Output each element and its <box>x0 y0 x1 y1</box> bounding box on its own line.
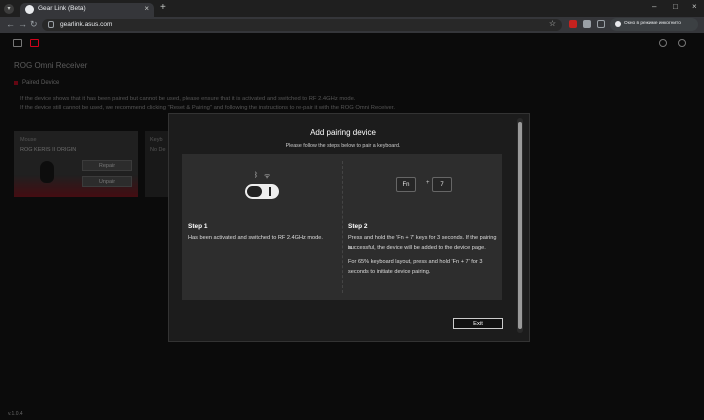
mode-switch-illustration <box>245 184 279 199</box>
step-divider <box>342 161 343 293</box>
section-title: Paired Device <box>22 80 60 86</box>
new-tab-icon[interactable]: + <box>160 2 166 13</box>
refresh-icon[interactable] <box>659 39 667 47</box>
step2-text-line-2: successful, the device will be added to … <box>348 244 486 251</box>
trash-icon[interactable] <box>30 39 39 47</box>
exit-button[interactable]: Exit <box>453 318 503 329</box>
reload-icon[interactable]: ↻ <box>30 19 38 30</box>
address-bar[interactable]: gearlink.asus.com ☆ <box>42 19 562 31</box>
wireless-icon: ᯤ <box>264 173 271 180</box>
side-panel-icon[interactable] <box>597 20 605 28</box>
mouse-image <box>40 161 54 183</box>
info-line-2: If the device still cannot be used, we r… <box>20 105 395 111</box>
device-category: Keyb <box>150 137 163 143</box>
unpair-button[interactable]: Unpair <box>82 176 132 187</box>
scrollbar-thumb[interactable] <box>518 122 522 329</box>
back-icon[interactable]: ← <box>6 19 15 29</box>
incognito-icon <box>615 21 621 27</box>
dialog-scrollbar[interactable] <box>517 118 523 333</box>
step2-title: Step 2 <box>348 223 368 230</box>
close-window-icon[interactable]: × <box>692 2 697 11</box>
repair-button[interactable]: Repair <box>82 160 132 171</box>
tab-search-icon[interactable]: ▾ <box>4 4 14 14</box>
tab-title: Gear Link (Beta) <box>38 5 86 12</box>
info-line-1: If the device shows that it has been pai… <box>20 96 356 102</box>
step1-title: Step 1 <box>188 223 208 230</box>
step2-note-line-1: For 65% keyboard layout, press and hold … <box>348 259 483 265</box>
maximize-icon[interactable]: □ <box>673 2 678 11</box>
add-pairing-dialog: Add pairing device Please follow the ste… <box>168 113 530 342</box>
tab-close-icon[interactable]: × <box>144 4 149 13</box>
browser-toolbar: ← → ↻ gearlink.asus.com ☆ Окно в режиме … <box>0 17 704 33</box>
minimize-icon[interactable]: – <box>652 2 656 11</box>
dialog-title: Add pairing device <box>310 128 376 137</box>
extension-icon[interactable] <box>583 20 591 28</box>
url-text: gearlink.asus.com <box>60 21 113 28</box>
extension-icon[interactable] <box>569 20 577 28</box>
incognito-button[interactable]: Окно в режиме инкогнито <box>610 18 698 31</box>
forward-icon[interactable]: → <box>18 19 27 29</box>
seven-key: 7 <box>432 177 452 192</box>
plus-sign: + <box>426 180 430 186</box>
step2-note-line-2: seconds to initiate device pairing. <box>348 268 431 275</box>
bluetooth-icon: ᛒ <box>254 172 259 179</box>
bookmark-star-icon[interactable]: ☆ <box>549 19 556 28</box>
browser-tab[interactable]: Gear Link (Beta) × <box>20 3 154 17</box>
device-card-keyboard[interactable]: Keyb No De <box>145 131 169 197</box>
switch-indicator <box>269 187 271 196</box>
device-category: Mouse <box>20 137 37 143</box>
fn-key: Fn <box>396 177 416 192</box>
version-label: v.1.0.4 <box>8 411 23 417</box>
incognito-label: Окно в режиме инкогнито <box>624 21 681 26</box>
dialog-subtitle: Please follow the steps below to pair a … <box>285 143 401 149</box>
page-title: ROG Omni Receiver <box>14 61 88 70</box>
switch-knob <box>247 186 262 197</box>
steps-panel: ᛒ ᯤ Step 1 Has been activated and switch… <box>182 154 502 300</box>
gear-icon[interactable] <box>678 39 686 47</box>
device-name: ROG KERIS II ORIGIN <box>20 147 77 153</box>
browser-tabstrip: ▾ Gear Link (Beta) × + – □ × <box>0 0 704 17</box>
favicon-icon <box>25 5 34 14</box>
section-marker-icon <box>14 81 18 85</box>
step1-text: Has been activated and switched to RF 2.… <box>188 235 323 241</box>
receiver-icon[interactable] <box>13 39 22 47</box>
site-info-icon[interactable] <box>48 21 54 28</box>
device-status: No De <box>150 147 166 153</box>
device-card-mouse[interactable]: Mouse ROG KERIS II ORIGIN Repair Unpair <box>14 131 138 197</box>
